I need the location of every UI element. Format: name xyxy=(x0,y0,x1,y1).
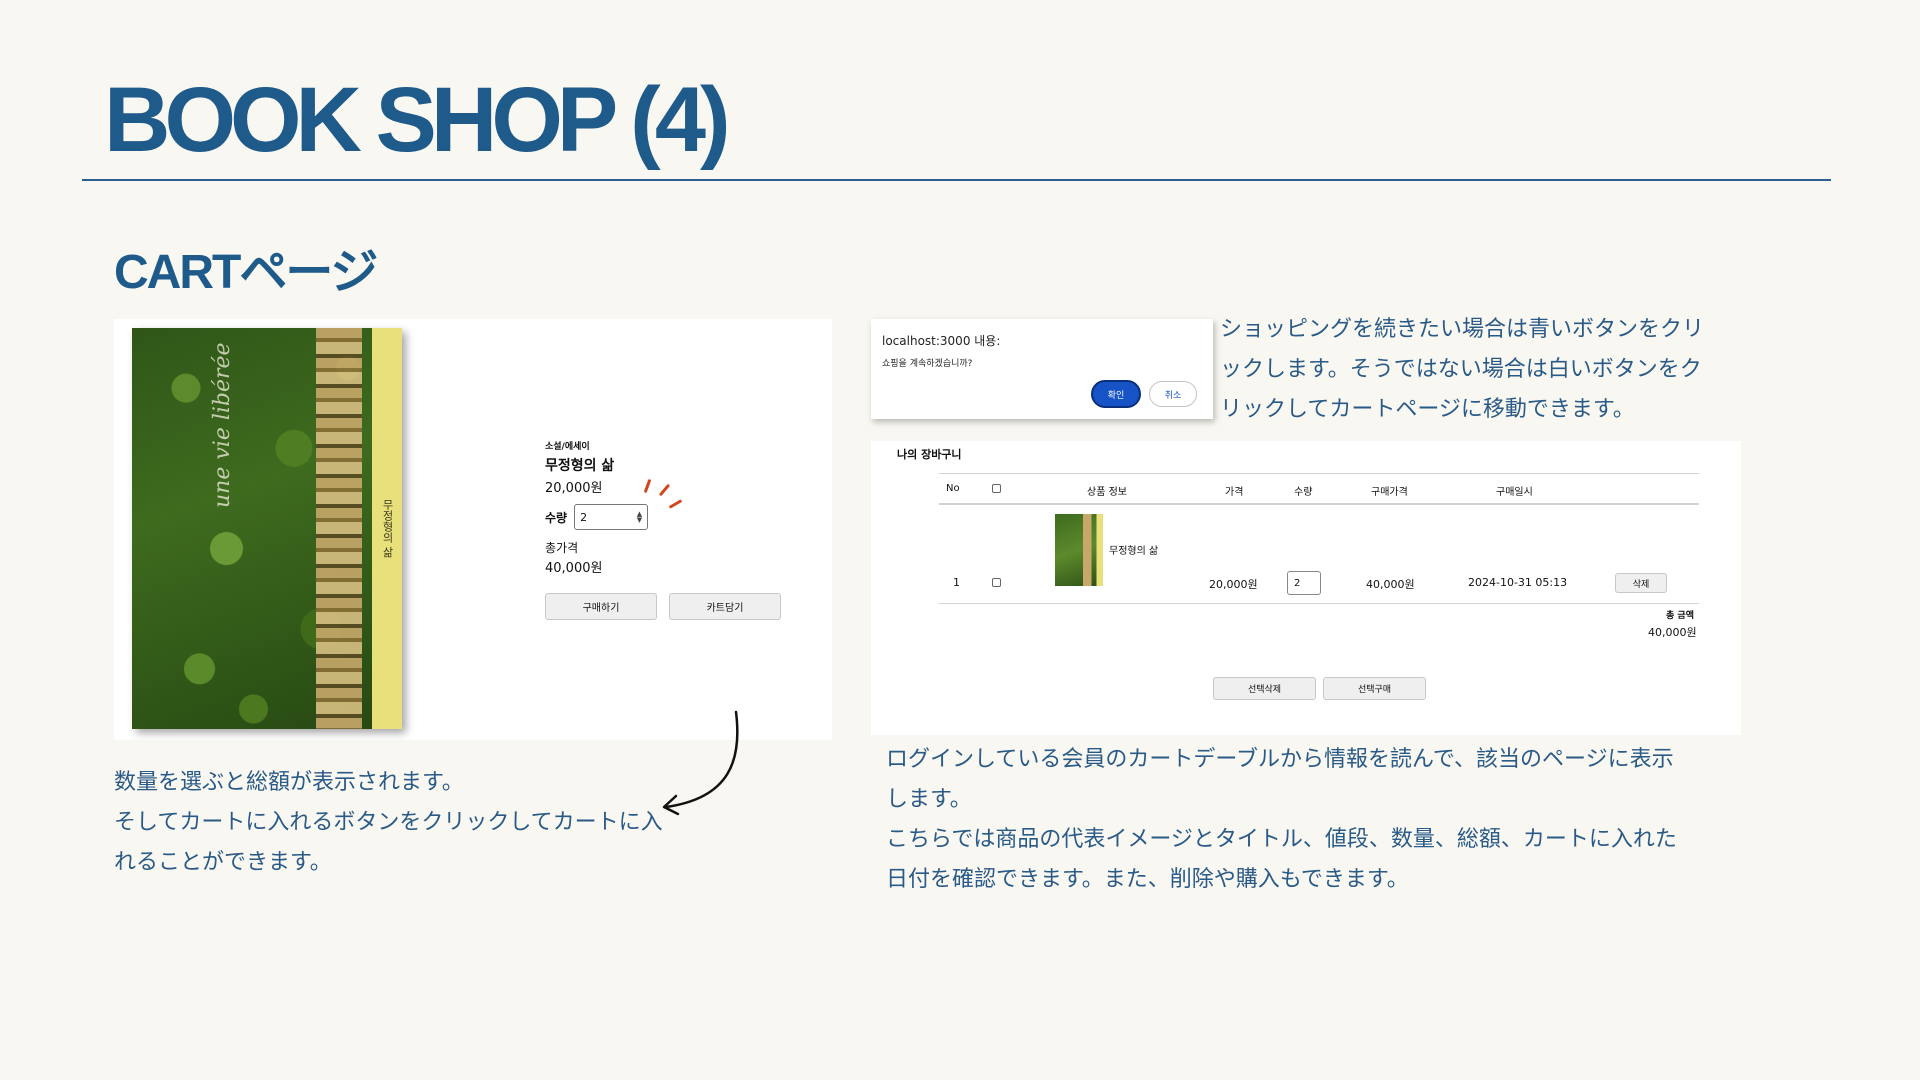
quantity-label: 수량 xyxy=(545,510,568,525)
product-price: 20,000원 xyxy=(545,481,603,496)
sum-value: 40,000원 xyxy=(1648,626,1697,639)
description-line: リックしてカートページに移動できます。 xyxy=(1220,397,1635,422)
header-rule xyxy=(939,503,1699,505)
description-line: 日付を確認できます。また、削除や購入もできます。 xyxy=(886,867,1409,892)
header-no: No xyxy=(946,483,960,494)
header-purchase-price: 구매가격 xyxy=(1371,487,1408,498)
quantity-value: 2 xyxy=(580,510,588,524)
product-info: 소설/에세이 무정형의 삶 20,000원 수량 2 ▲ ▼ 총가격 40,000… xyxy=(545,439,649,576)
description-line: そしてカートに入れるボタンをクリックしてカートに入 xyxy=(114,810,663,835)
row-quantity-input[interactable]: 2 xyxy=(1287,571,1321,595)
accent-dash-icon xyxy=(658,483,671,497)
cart-title: 나의 장바구니 xyxy=(897,448,962,461)
cover-balustrade xyxy=(316,328,362,729)
cart-page-screenshot: 나의 장바구니 No 상품 정보 가격 수량 구매가격 구매일시 1 무정형의 … xyxy=(871,441,1741,735)
cart-description: ログインしている会員のカートデーブルから情報を読んで、該当のページに表示 します… xyxy=(886,740,1677,900)
row-no: 1 xyxy=(953,576,960,589)
total-value: 40,000원 xyxy=(545,561,603,576)
title-divider xyxy=(82,179,1831,181)
delete-button[interactable]: 삭제 xyxy=(1615,573,1667,593)
product-thumbnail xyxy=(1055,514,1103,586)
select-all-checkbox[interactable] xyxy=(992,484,1001,493)
row-total: 40,000원 xyxy=(1366,578,1415,591)
cover-script-text: une vie libérée xyxy=(210,342,235,508)
dialog-ok-button[interactable]: 확인 xyxy=(1091,380,1141,408)
curved-arrow-icon xyxy=(662,710,739,816)
add-to-cart-button[interactable]: 카트담기 xyxy=(669,593,781,620)
description-line: ックします。そうではない場合は白いボタンをク xyxy=(1220,357,1702,382)
description-line: します。 xyxy=(886,787,972,812)
book-cover-image: 무정형의 삶 une vie libérée xyxy=(132,328,402,729)
header-purchase-date: 구매일시 xyxy=(1496,487,1533,498)
cover-spine-title: 무정형의 삶 xyxy=(381,499,394,558)
accent-dash-icon xyxy=(668,499,683,509)
quantity-row: 수량 2 ▲ ▼ xyxy=(545,504,649,530)
dialog-title: localhost:3000 내용: xyxy=(882,334,1001,348)
row-rule xyxy=(939,603,1699,604)
confirm-dialog: localhost:3000 내용: 쇼핑을 계속하겠습니까? 확인 취소 xyxy=(871,319,1213,419)
spinner-arrows-icon[interactable]: ▲ ▼ xyxy=(637,511,642,524)
total-label: 총가격 xyxy=(545,541,579,555)
sum-label: 총 금액 xyxy=(1666,611,1694,621)
buy-button[interactable]: 구매하기 xyxy=(545,593,657,620)
dialog-description: ショッピングを続きたい場合は青いボタンをクリ ックします。そうではない場合は白い… xyxy=(1220,310,1704,430)
product-category: 소설/에세이 xyxy=(545,442,590,452)
description-line: ログインしている会員のカートデーブルから情報を読んで、該当のページに表示 xyxy=(886,747,1674,772)
row-date: 2024-10-31 05:13 xyxy=(1468,576,1568,589)
table-top-rule xyxy=(939,473,1699,474)
dialog-cancel-button[interactable]: 취소 xyxy=(1149,381,1197,407)
row-checkbox[interactable] xyxy=(992,578,1001,587)
row-price: 20,000원 xyxy=(1209,578,1258,591)
buy-selected-button[interactable]: 선택구매 xyxy=(1323,677,1426,700)
left-description: 数量を選ぶと総額が表示されます。 そしてカートに入れるボタンをクリックしてカート… xyxy=(114,763,663,883)
row-product-name: 무정형의 삶 xyxy=(1109,546,1159,557)
header-quantity: 수량 xyxy=(1294,487,1313,498)
slide-title: BOOK SHOP (4) xyxy=(104,69,731,171)
dialog-message: 쇼핑을 계속하겠습니까? xyxy=(882,359,973,369)
description-line: ショッピングを続きたい場合は青いボタンをクリ xyxy=(1220,317,1705,342)
slide-subtitle: CARTページ xyxy=(114,246,378,299)
description-line: こちらでは商品の代表イメージとタイトル、値段、数量、総額、カートに入れた xyxy=(886,827,1677,852)
quantity-stepper[interactable]: 2 ▲ ▼ xyxy=(574,504,649,530)
header-product-info: 상품 정보 xyxy=(1087,487,1127,498)
product-detail-screenshot: 무정형의 삶 une vie libérée 소설/에세이 무정형의 삶 20,… xyxy=(114,319,832,740)
product-name: 무정형의 삶 xyxy=(545,458,615,474)
delete-selected-button[interactable]: 선택삭제 xyxy=(1213,677,1316,700)
description-line: 数量を選ぶと総額が表示されます。 xyxy=(114,770,464,795)
header-price: 가격 xyxy=(1225,487,1244,498)
description-line: れることができます。 xyxy=(114,850,332,875)
